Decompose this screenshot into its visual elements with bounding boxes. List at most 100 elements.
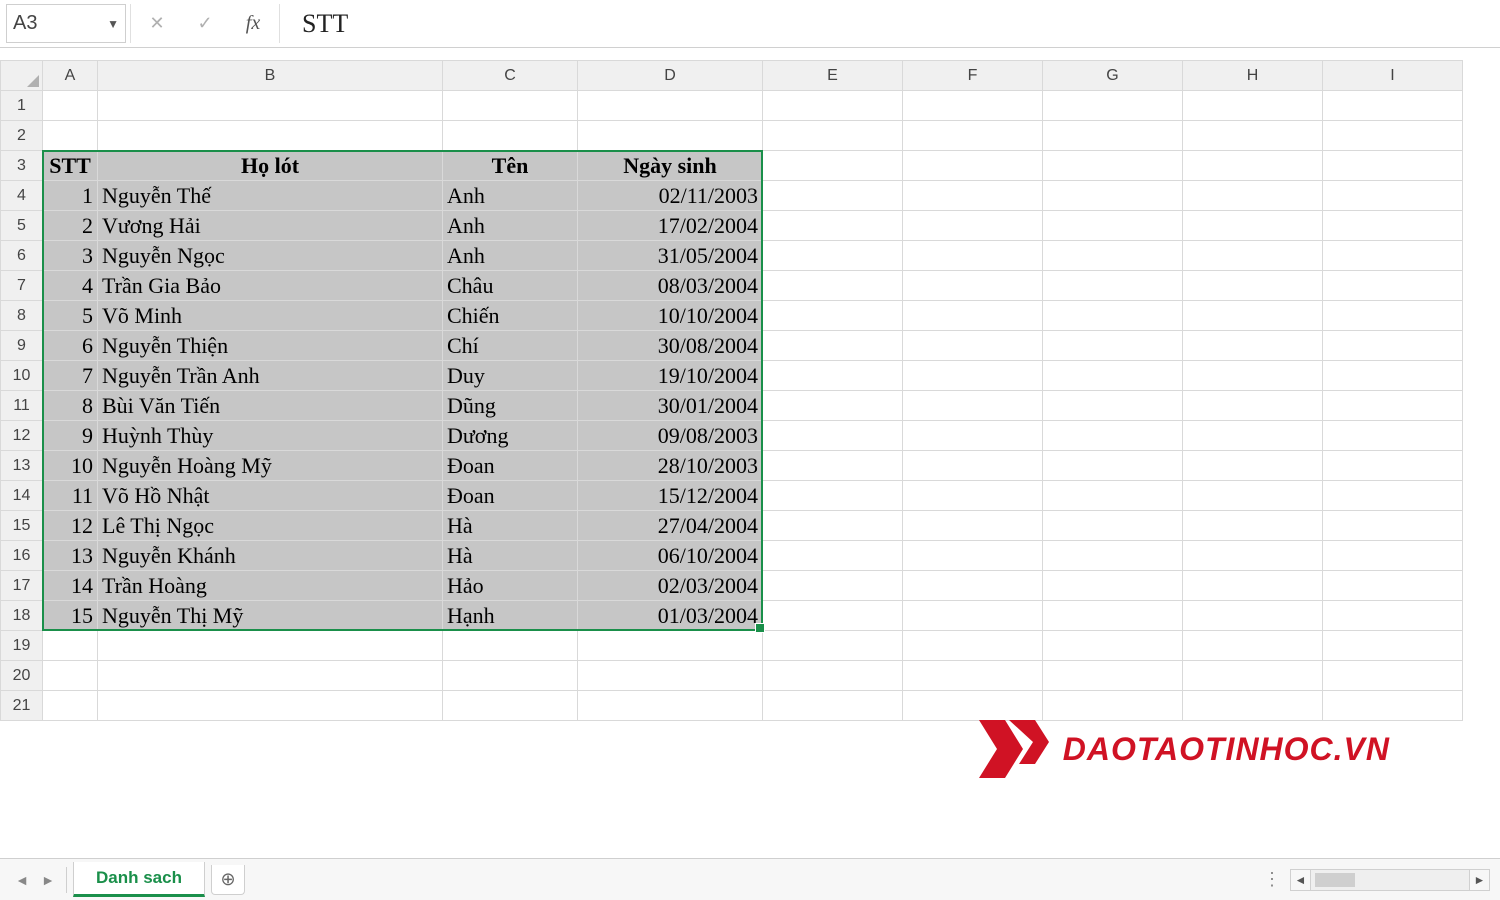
cell-A11[interactable]: 8	[43, 391, 98, 421]
cell-A14[interactable]: 11	[43, 481, 98, 511]
row-header-8[interactable]: 8	[1, 301, 43, 331]
cell-C4[interactable]: Anh	[443, 181, 578, 211]
cell-B8[interactable]: Võ Minh	[98, 301, 443, 331]
cell-F7[interactable]	[903, 271, 1043, 301]
cell-G3[interactable]	[1043, 151, 1183, 181]
row-header-5[interactable]: 5	[1, 211, 43, 241]
cell-B11[interactable]: Bùi Văn Tiến	[98, 391, 443, 421]
cell-F19[interactable]	[903, 631, 1043, 661]
row-header-19[interactable]: 19	[1, 631, 43, 661]
cell-H5[interactable]	[1183, 211, 1323, 241]
cell-G4[interactable]	[1043, 181, 1183, 211]
cell-B13[interactable]: Nguyễn Hoàng Mỹ	[98, 451, 443, 481]
cell-D7[interactable]: 08/03/2004	[578, 271, 763, 301]
cell-C3[interactable]: Tên	[443, 151, 578, 181]
cell-B4[interactable]: Nguyễn Thế	[98, 181, 443, 211]
cell-E15[interactable]	[763, 511, 903, 541]
row-header-20[interactable]: 20	[1, 661, 43, 691]
cell-F10[interactable]	[903, 361, 1043, 391]
cell-I12[interactable]	[1323, 421, 1463, 451]
cell-E17[interactable]	[763, 571, 903, 601]
cell-E1[interactable]	[763, 91, 903, 121]
row-header-17[interactable]: 17	[1, 571, 43, 601]
cell-A6[interactable]: 3	[43, 241, 98, 271]
cell-A21[interactable]	[43, 691, 98, 721]
cell-I19[interactable]	[1323, 631, 1463, 661]
cell-C8[interactable]: Chiến	[443, 301, 578, 331]
column-header-H[interactable]: H	[1183, 61, 1323, 91]
cell-H15[interactable]	[1183, 511, 1323, 541]
cell-I15[interactable]	[1323, 511, 1463, 541]
cell-I7[interactable]	[1323, 271, 1463, 301]
cell-I3[interactable]	[1323, 151, 1463, 181]
tab-next-button[interactable]: ►	[36, 868, 60, 892]
cell-B20[interactable]	[98, 661, 443, 691]
cell-D18[interactable]: 01/03/2004	[578, 601, 763, 631]
cell-G2[interactable]	[1043, 121, 1183, 151]
cell-B5[interactable]: Vương Hải	[98, 211, 443, 241]
cell-B16[interactable]: Nguyễn Khánh	[98, 541, 443, 571]
cell-B17[interactable]: Trần Hoàng	[98, 571, 443, 601]
cell-A13[interactable]: 10	[43, 451, 98, 481]
cell-I9[interactable]	[1323, 331, 1463, 361]
cell-D16[interactable]: 06/10/2004	[578, 541, 763, 571]
cell-C18[interactable]: Hạnh	[443, 601, 578, 631]
cell-E10[interactable]	[763, 361, 903, 391]
cell-D19[interactable]	[578, 631, 763, 661]
cell-B1[interactable]	[98, 91, 443, 121]
row-header-1[interactable]: 1	[1, 91, 43, 121]
cell-I4[interactable]	[1323, 181, 1463, 211]
cell-D12[interactable]: 09/08/2003	[578, 421, 763, 451]
cell-F1[interactable]	[903, 91, 1043, 121]
cell-B10[interactable]: Nguyễn Trần Anh	[98, 361, 443, 391]
scroll-right-button[interactable]: ►	[1469, 870, 1489, 890]
cell-F8[interactable]	[903, 301, 1043, 331]
row-header-6[interactable]: 6	[1, 241, 43, 271]
worksheet[interactable]: ABCDEFGHI 123STTHọ lótTênNgày sinh41Nguy…	[0, 60, 1500, 858]
row-header-18[interactable]: 18	[1, 601, 43, 631]
cell-G18[interactable]	[1043, 601, 1183, 631]
cell-E3[interactable]	[763, 151, 903, 181]
cell-G19[interactable]	[1043, 631, 1183, 661]
confirm-formula-button[interactable]: ✓	[183, 4, 227, 43]
cell-H1[interactable]	[1183, 91, 1323, 121]
cell-G10[interactable]	[1043, 361, 1183, 391]
cell-E16[interactable]	[763, 541, 903, 571]
cell-A3[interactable]: STT	[43, 151, 98, 181]
cell-H8[interactable]	[1183, 301, 1323, 331]
cell-B21[interactable]	[98, 691, 443, 721]
cell-F21[interactable]	[903, 691, 1043, 721]
cell-B18[interactable]: Nguyễn Thị Mỹ	[98, 601, 443, 631]
cell-D5[interactable]: 17/02/2004	[578, 211, 763, 241]
cell-F2[interactable]	[903, 121, 1043, 151]
cell-D1[interactable]	[578, 91, 763, 121]
cell-E6[interactable]	[763, 241, 903, 271]
cell-I18[interactable]	[1323, 601, 1463, 631]
cell-C13[interactable]: Đoan	[443, 451, 578, 481]
cell-G16[interactable]	[1043, 541, 1183, 571]
cell-G12[interactable]	[1043, 421, 1183, 451]
cell-D9[interactable]: 30/08/2004	[578, 331, 763, 361]
cell-I1[interactable]	[1323, 91, 1463, 121]
cell-G15[interactable]	[1043, 511, 1183, 541]
cell-B19[interactable]	[98, 631, 443, 661]
cell-G17[interactable]	[1043, 571, 1183, 601]
row-header-12[interactable]: 12	[1, 421, 43, 451]
cell-H2[interactable]	[1183, 121, 1323, 151]
cell-C14[interactable]: Đoan	[443, 481, 578, 511]
cell-G1[interactable]	[1043, 91, 1183, 121]
cell-I10[interactable]	[1323, 361, 1463, 391]
cell-H14[interactable]	[1183, 481, 1323, 511]
cell-E19[interactable]	[763, 631, 903, 661]
row-header-4[interactable]: 4	[1, 181, 43, 211]
cell-A18[interactable]: 15	[43, 601, 98, 631]
cell-F11[interactable]	[903, 391, 1043, 421]
cell-E12[interactable]	[763, 421, 903, 451]
cell-C16[interactable]: Hà	[443, 541, 578, 571]
cell-C5[interactable]: Anh	[443, 211, 578, 241]
cell-I8[interactable]	[1323, 301, 1463, 331]
cell-A5[interactable]: 2	[43, 211, 98, 241]
cell-A19[interactable]	[43, 631, 98, 661]
cell-B7[interactable]: Trần Gia Bảo	[98, 271, 443, 301]
cell-G6[interactable]	[1043, 241, 1183, 271]
